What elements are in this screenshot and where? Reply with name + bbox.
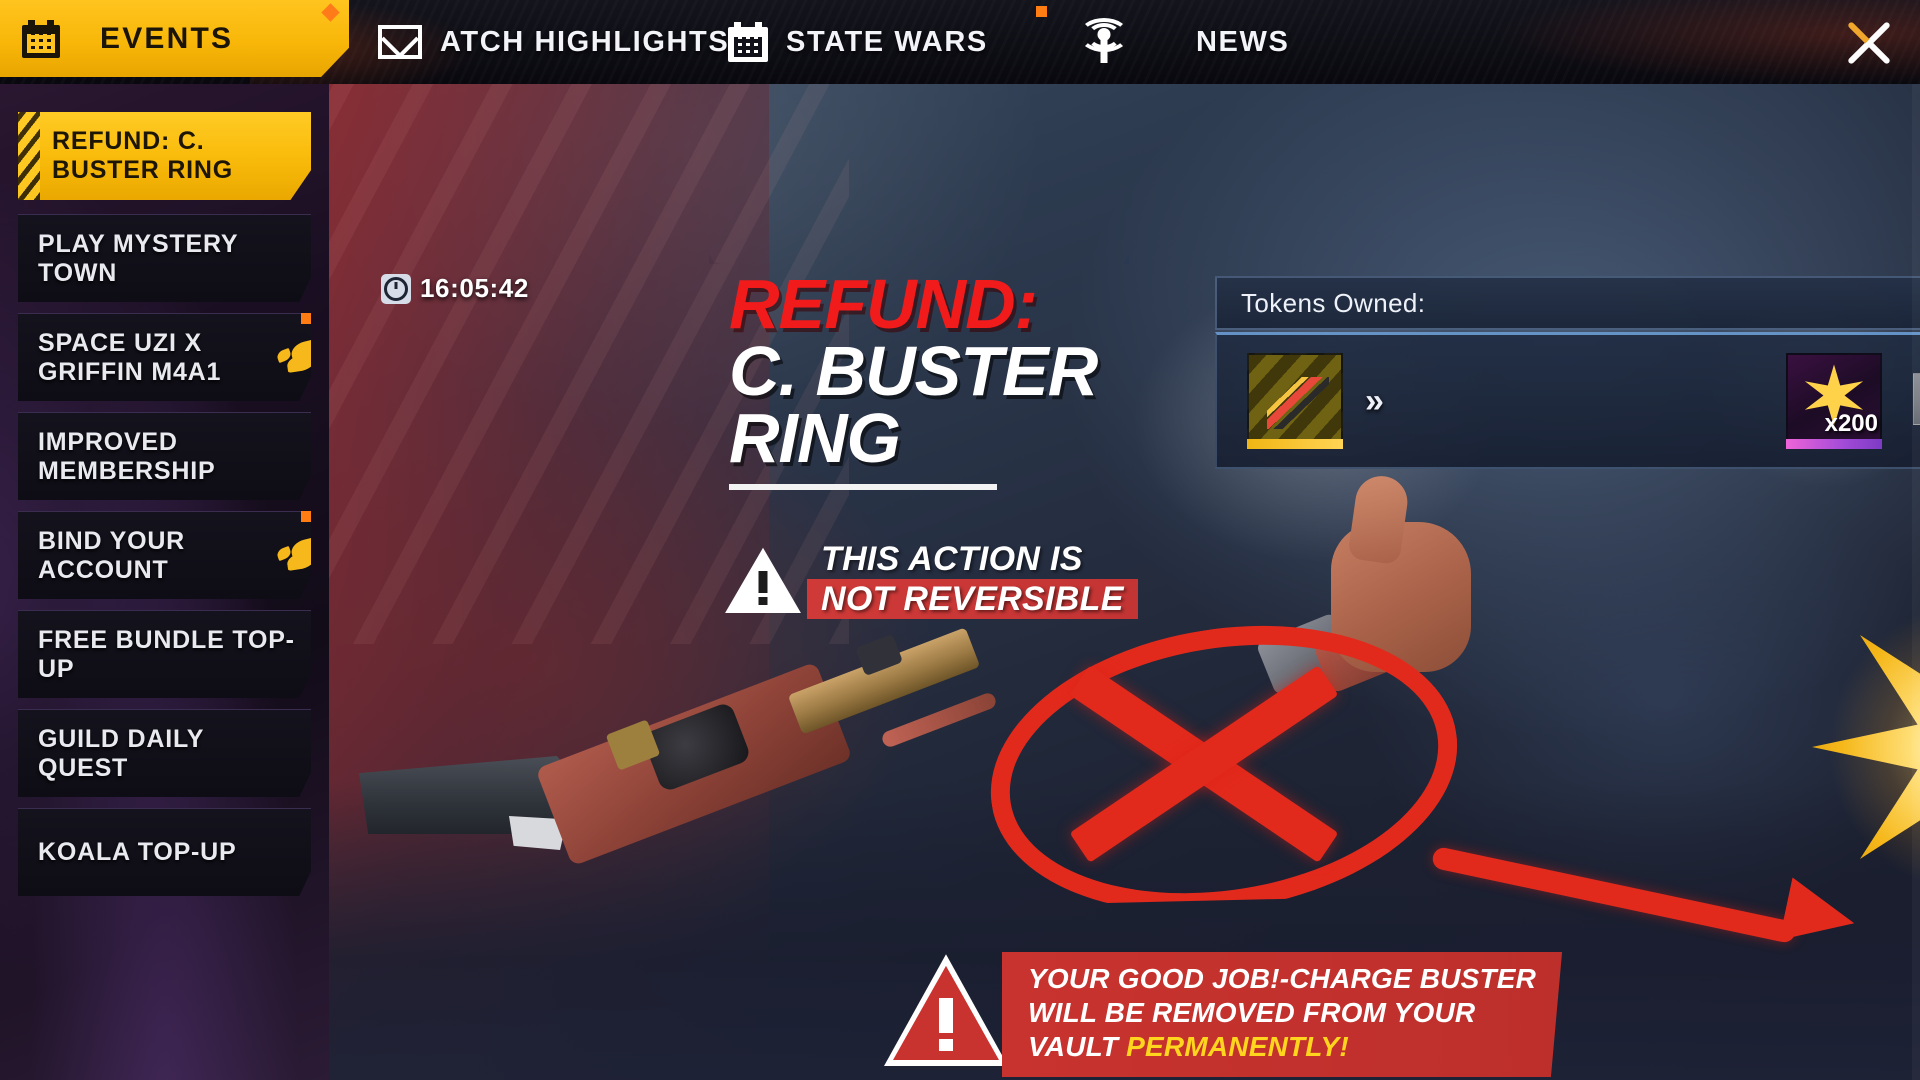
tab-state-wars[interactable]: STATE WARS [728,0,1047,84]
permanent-warning-line3: VAULT PERMANENTLY! [1028,1030,1536,1064]
countdown-value: 16:05:42 [420,273,529,303]
calendar-icon [728,22,768,62]
sidebar-item-play-mystery-town[interactable]: PLAY MYSTERY TOWN [18,214,311,302]
sidebar-item-free-bundle-top-up[interactable]: FREE BUNDLE TOP-UP [18,610,311,698]
event-detail-stage: 16:05:42 REFUND: C. BUSTER RING Tokens O… [329,84,1920,1080]
page-title-line3: RING [729,398,901,477]
calendar-icon [22,19,60,58]
tokens-owned-bar: Tokens Owned: 0 [1215,276,1920,330]
stage-scrollbar[interactable] [1912,84,1920,1080]
exchange-arrow-icon: » [1365,381,1384,420]
event-countdown-timer: 16:05:42 [381,273,529,304]
new-badge-dot [301,313,311,324]
sidebar-item-guild-daily-quest[interactable]: GUILD DAILY QUEST [18,709,311,797]
tab-watch-highlights-label: ATCH HIGHLIGHTS [440,25,730,58]
clock-icon [381,273,411,304]
permanent-removal-warning: YOUR GOOD JOB!-CHARGE BUSTER WILL BE REM… [884,952,1563,1078]
warning-triangle-icon [884,952,1008,1066]
tab-events-badge [321,3,340,22]
game-event-screen: EVENTS ATCH HIGHLIGHTS STATE WARS NEWS R… [0,0,1920,1080]
flame-icon [275,338,311,375]
irreversible-warning: THIS ACTION IS NOT REVERSIBLE [725,539,1138,620]
warning-triangle-icon [725,545,801,614]
sidebar-item-label: KOALA TOP-UP [38,838,237,866]
sidebar-item-improved-membership[interactable]: IMPROVED MEMBERSHIP [18,412,311,500]
sidebar-item-refund-c-buster-ring[interactable]: REFUND: C. BUSTER RING [18,112,311,200]
reward-quantity: x200 [1824,410,1878,437]
sidebar-item-bind-your-account[interactable]: BIND YOUR ACCOUNT [18,511,311,599]
hazard-stripe-icon [18,112,40,200]
exchange-row: » x200 Refunded 1/1 time UNAVAILABLE Not… [1215,332,1920,469]
rarity-bar [1247,439,1343,449]
sidebar-item-koala-top-up[interactable]: KOALA TOP-UP [18,808,311,896]
reward-item-card[interactable]: x200 [1786,353,1882,449]
tab-state-wars-label: STATE WARS [786,25,988,58]
sidebar-item-label: REFUND: C. BUSTER RING [52,127,234,184]
new-badge-dot [301,511,311,522]
permanent-warning-highlight: PERMANENTLY! [1126,1031,1349,1063]
tab-events-label: EVENTS [100,21,234,55]
flame-icon [275,536,311,573]
tab-state-wars-badge [1036,6,1047,17]
broadcast-icon [1078,18,1130,63]
permanent-warning-line3-prefix: VAULT [1028,1031,1127,1063]
page-title-line1: REFUND: [729,265,1038,343]
rarity-bar [1786,439,1882,449]
sidebar-item-label: BIND YOUR ACCOUNT [38,526,186,584]
charge-buster-weapon-artwork [359,604,1049,884]
sidebar-item-label: IMPROVED MEMBERSHIP [38,427,216,485]
sidebar-item-label: PLAY MYSTERY TOWN [38,229,238,287]
tab-watch-highlights[interactable]: ATCH HIGHLIGHTS [378,0,729,84]
permanent-warning-line2: WILL BE REMOVED FROM YOUR [1028,997,1476,1029]
tokens-owned-label: Tokens Owned: [1241,287,1426,318]
sidebar-items: REFUND: C. BUSTER RING PLAY MYSTERY TOWN… [0,84,329,896]
sidebar-item-label: GUILD DAILY QUEST [38,724,204,782]
title-underline [729,484,997,491]
source-item-card[interactable] [1247,353,1343,449]
tab-news-label: NEWS [1196,25,1290,58]
red-cross-icon [989,624,1419,904]
mail-icon [378,25,422,59]
sidebar-item-label: SPACE UZI X GRIFFIN M4A1 [38,328,222,386]
irreversible-warning-line1: THIS ACTION IS [821,540,1083,578]
sidebar-item-label: FREE BUNDLE TOP-UP [38,625,295,683]
page-title: REFUND: C. BUSTER RING [729,265,1098,491]
page-title-line2: C. BUSTER [729,331,1098,410]
permanent-warning-line1: YOUR GOOD JOB!-CHARGE BUSTER [1028,963,1537,994]
top-navigation-bar: EVENTS ATCH HIGHLIGHTS STATE WARS NEWS [0,0,1920,84]
irreversible-warning-line2: NOT REVERSIBLE [807,579,1138,620]
event-list-sidebar[interactable]: REFUND: C. BUSTER RING PLAY MYSTERY TOWN… [0,84,329,1080]
sidebar-item-space-uzi-x-griffin-m4a1[interactable]: SPACE UZI X GRIFFIN M4A1 [18,313,311,401]
tab-news[interactable]: NEWS [1078,0,1289,84]
tokens-panel: Tokens Owned: 0 » x200 Refu [1215,276,1920,469]
close-icon[interactable] [1840,14,1898,72]
tab-events[interactable]: EVENTS [0,0,349,77]
